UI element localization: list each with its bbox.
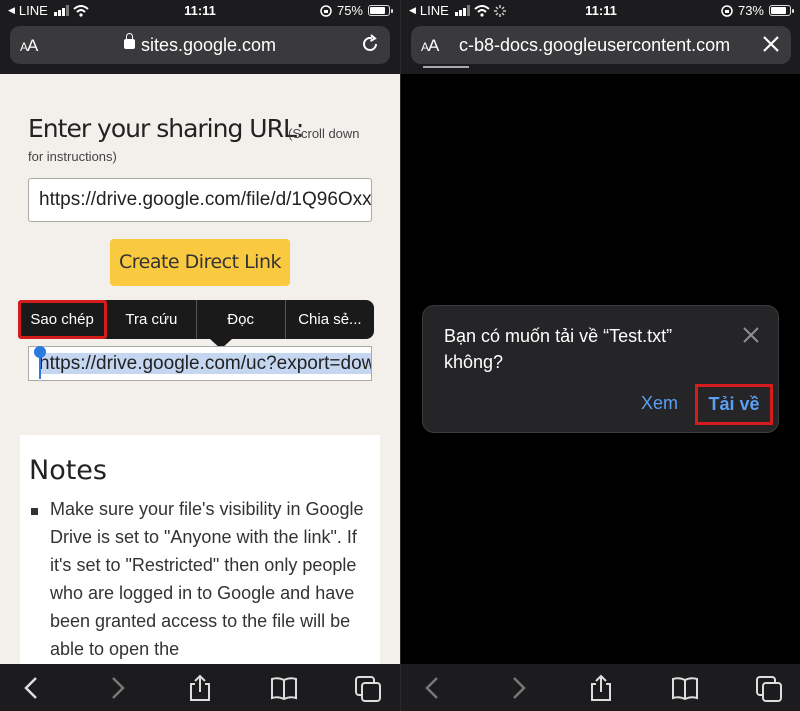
sharing-url-input[interactable]: https://drive.google.com/file/d/1Q96Oxxx (28, 178, 372, 222)
forward-icon[interactable] (103, 674, 131, 702)
forward-icon[interactable] (504, 674, 532, 702)
menu-item-speak[interactable]: Đọc (197, 300, 286, 339)
bullet-icon (31, 508, 38, 515)
notes-section: Notes Make sure your file's visibility i… (20, 435, 380, 675)
share-icon[interactable] (587, 674, 615, 702)
loading-progress (423, 66, 469, 68)
url-domain: sites.google.com (140, 35, 277, 55)
reader-options-button[interactable]: AA (421, 36, 439, 56)
share-icon[interactable] (186, 674, 214, 702)
direct-link-output[interactable]: https://drive.google.com/uc?export=downl… (28, 346, 372, 381)
notes-text: Make sure your file's visibility in Goog… (50, 499, 364, 659)
back-icon[interactable] (18, 674, 46, 702)
right-screen: ◀ LINE 11:11 73% AA c-b8-docs.googleuser… (400, 0, 800, 711)
lock-icon (123, 33, 135, 50)
address-bar[interactable]: AA sites.google.com (10, 26, 390, 64)
address-bar-area: AA sites.google.com (0, 22, 400, 74)
battery-icon (368, 5, 393, 16)
close-icon[interactable] (742, 326, 760, 344)
back-icon[interactable] (419, 674, 447, 702)
download-dialog: Bạn có muốn tải về “Test.txt” không? Xem… (422, 305, 779, 433)
menu-item-copy[interactable]: Sao chép (18, 300, 108, 339)
left-screen: ◀ LINE 11:11 75% AA sites.google.com Ent… (0, 0, 400, 711)
status-bar: ◀ LINE 11:11 75% (0, 0, 400, 22)
battery-percent: 73% (737, 3, 764, 18)
menu-item-share[interactable]: Chia sẻ... (286, 300, 374, 339)
battery-icon (769, 5, 794, 16)
tabs-icon[interactable] (755, 674, 783, 702)
bottom-toolbar (0, 664, 400, 711)
context-menu: Sao chép Tra cứu Đọc Chia sẻ... (18, 300, 374, 339)
title-note: (Scroll down (288, 126, 360, 141)
address-bar[interactable]: AA c-b8-docs.googleusercontent.com (411, 26, 791, 68)
status-bar: ◀ LINE 11:11 73% (401, 0, 800, 22)
bookmarks-icon[interactable] (671, 674, 699, 702)
tabs-icon[interactable] (354, 674, 382, 702)
close-icon[interactable] (761, 34, 781, 54)
menu-item-lookup[interactable]: Tra cứu (107, 300, 197, 339)
selection-handle-knob[interactable] (34, 346, 46, 358)
url-text[interactable]: sites.google.com (10, 33, 390, 56)
orientation-lock-icon (320, 4, 332, 17)
page-title: Enter your sharing URL: (28, 114, 304, 143)
notes-heading: Notes (29, 455, 107, 486)
download-button[interactable]: Tải về (695, 384, 773, 425)
view-button[interactable]: Xem (641, 393, 678, 414)
create-direct-link-button[interactable]: Create Direct Link (110, 239, 290, 286)
reload-icon[interactable] (360, 34, 380, 54)
selected-text: https://drive.google.com/uc?export=downl… (39, 353, 371, 374)
battery-percent: 75% (336, 3, 363, 18)
download-message: Bạn có muốn tải về “Test.txt” không? (444, 326, 673, 372)
status-right: 73% (721, 3, 794, 18)
url-domain[interactable]: c-b8-docs.googleusercontent.com (459, 35, 759, 56)
status-right: 75% (320, 3, 393, 18)
bookmarks-icon[interactable] (270, 674, 298, 702)
orientation-lock-icon (721, 4, 733, 17)
bottom-toolbar (401, 664, 800, 711)
title-note-cont: for instructions) (28, 149, 117, 164)
address-bar-area: AA c-b8-docs.googleusercontent.com (401, 22, 800, 74)
